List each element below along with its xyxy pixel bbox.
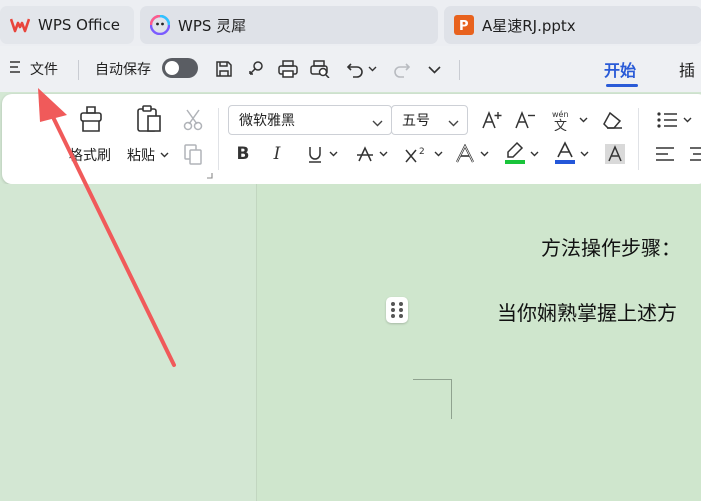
annotation-arrow-icon	[38, 88, 176, 367]
